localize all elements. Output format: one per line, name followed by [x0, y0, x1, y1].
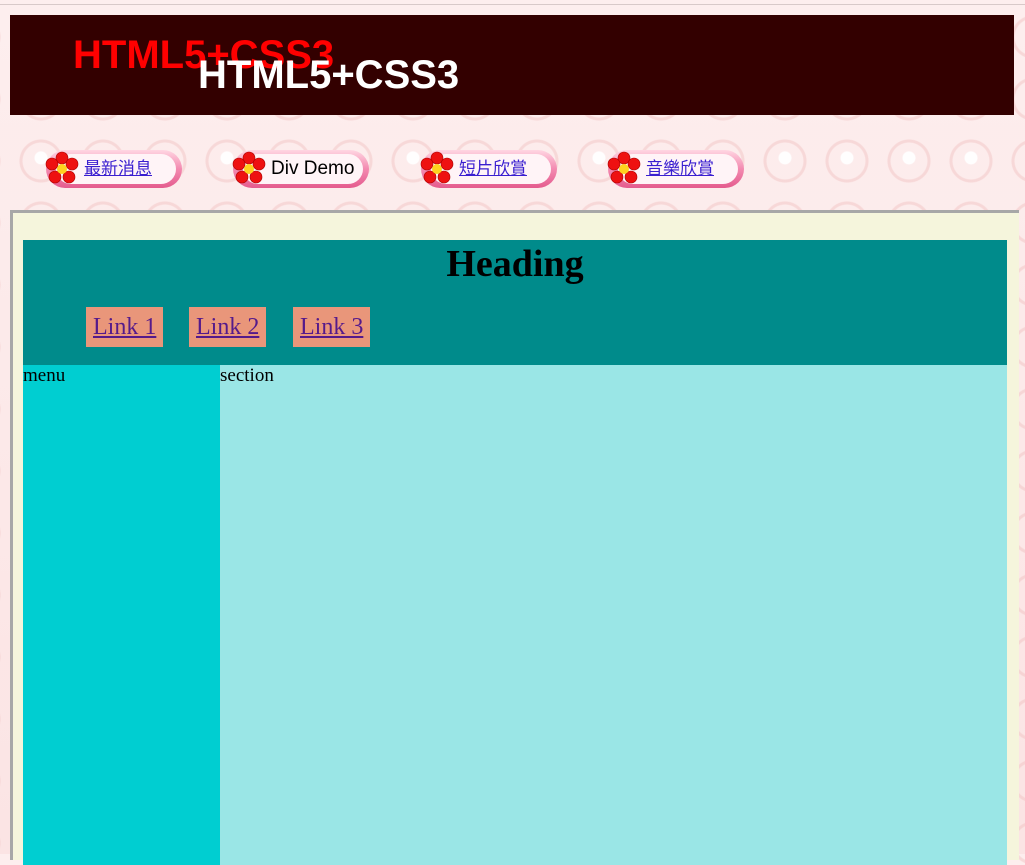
- content-frame: Heading Link 1 Link 2 Link 3 menu sectio…: [10, 210, 1019, 865]
- nav-label-div-demo: Div Demo: [271, 158, 355, 179]
- link-3[interactable]: Link 3: [293, 307, 371, 347]
- header-title: HTML5+CSS3: [198, 53, 460, 97]
- nav-link-short-films[interactable]: 短片欣賞: [459, 157, 527, 181]
- nav-item-music[interactable]: 音樂欣賞: [606, 148, 746, 190]
- nav-link-latest-news[interactable]: 最新消息: [84, 157, 152, 181]
- red-flower-icon: [607, 151, 641, 184]
- page-heading: Heading: [446, 243, 584, 285]
- link-2[interactable]: Link 2: [189, 307, 267, 347]
- red-flower-icon: [420, 151, 454, 184]
- menu-label: menu: [23, 365, 66, 386]
- heading-block: Heading Link 1 Link 2 Link 3: [23, 240, 1007, 365]
- red-flower-icon: [45, 151, 79, 184]
- top-divider: [0, 4, 1025, 5]
- nav-item-short-films[interactable]: 短片欣賞: [419, 148, 559, 190]
- nav-link-music[interactable]: 音樂欣賞: [646, 157, 714, 181]
- header-banner: HTML5+CSS3 HTML5+CSS3: [10, 15, 1014, 115]
- section-panel: section: [220, 365, 1007, 865]
- red-flower-icon: [232, 151, 266, 184]
- pill-nav: 最新消息 Div Demo 短片欣賞 音樂欣賞: [0, 148, 1025, 192]
- section-label: section: [220, 365, 274, 386]
- nav-item-div-demo[interactable]: Div Demo: [231, 148, 371, 190]
- link-1[interactable]: Link 1: [86, 307, 164, 347]
- nav-item-latest-news[interactable]: 最新消息: [44, 148, 184, 190]
- menu-panel: menu: [23, 365, 220, 865]
